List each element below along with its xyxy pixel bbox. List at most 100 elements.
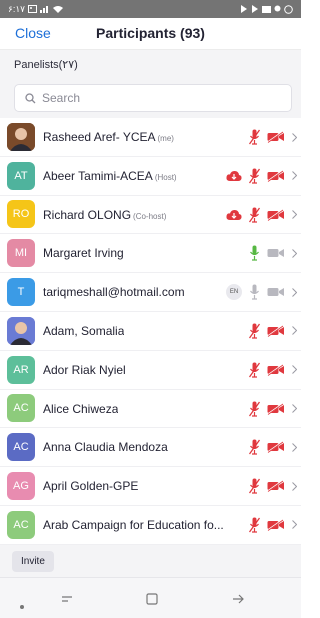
- video-off-icon[interactable]: [267, 324, 285, 337]
- wifi-icon: [53, 6, 64, 13]
- participant-row[interactable]: AT Abeer Tamimi-ACEA (Host): [0, 157, 301, 196]
- image-icon: [28, 5, 38, 13]
- participant-name: April Golden-GPE: [43, 479, 138, 493]
- avatar: T: [7, 278, 35, 307]
- participant-name-text: Rasheed Aref- YCEA: [43, 130, 156, 144]
- video-off-icon[interactable]: [267, 363, 285, 376]
- participant-row[interactable]: Adam, Somalia: [0, 312, 301, 351]
- participant-row[interactable]: MI Margaret Irving: [0, 234, 301, 274]
- mic-muted-icon[interactable]: [249, 168, 260, 184]
- participant-name: Richard OLONG (Co-host): [43, 208, 166, 222]
- chevron-right-icon: [292, 326, 297, 336]
- participant-name: Arab Campaign for Education fo...: [43, 518, 224, 532]
- mic-muted-icon[interactable]: [249, 478, 260, 494]
- header: Close Participants (93): [0, 18, 301, 50]
- avatar: AT: [7, 161, 35, 190]
- participant-name: Anna Claudia Mendoza: [43, 440, 168, 454]
- video-off-icon[interactable]: [267, 131, 285, 143]
- whatsapp-icon: [284, 4, 293, 14]
- video-off-icon[interactable]: [267, 169, 285, 182]
- status-bar: ۶:۱۷: [0, 0, 301, 18]
- participant-row[interactable]: Ttariqmeshall@hotmail.com EN: [0, 273, 301, 312]
- language-badge: EN: [226, 284, 242, 301]
- video-icon[interactable]: [267, 247, 285, 259]
- chevron-right-icon: [292, 249, 297, 258]
- mic-muted-icon[interactable]: [249, 439, 260, 455]
- mic-icon[interactable]: [249, 284, 260, 300]
- avatar: AG: [7, 472, 35, 501]
- video-off-icon[interactable]: [267, 480, 285, 492]
- status-bar-right: [240, 4, 293, 14]
- participant-row[interactable]: AG April Golden-GPE: [0, 467, 301, 506]
- chevron-right-icon: [292, 520, 297, 530]
- video-off-icon[interactable]: [267, 208, 285, 221]
- participant-name: Alice Chiweza: [43, 402, 118, 416]
- mail-icon: [262, 5, 271, 13]
- participant-name-text: Abeer Tamimi-ACEA: [43, 168, 153, 183]
- invite-button[interactable]: Invite: [12, 551, 54, 572]
- participant-row[interactable]: RO Richard OLONG (Co-host): [0, 196, 301, 235]
- dot-icon[interactable]: [20, 596, 24, 614]
- participant-status-icons: [249, 401, 297, 417]
- participant-status-icons: [249, 245, 297, 261]
- video-off-icon[interactable]: [267, 441, 285, 454]
- search-placeholder: Search: [42, 91, 81, 105]
- mic-muted-icon[interactable]: [249, 323, 260, 339]
- status-time: ۶:۱۷: [8, 3, 26, 14]
- chevron-right-icon: [292, 210, 297, 219]
- chevron-right-icon: [292, 443, 297, 452]
- participant-role: (Host): [154, 172, 177, 182]
- play-icon: [241, 5, 247, 13]
- cloud-record-icon: [226, 170, 242, 182]
- participant-list: Rasheed Aref- YCEA (me) AT Abeer Tamimi-ACE…: [0, 118, 301, 545]
- mic-muted-icon[interactable]: [249, 362, 260, 378]
- mic-icon[interactable]: [249, 245, 260, 261]
- participant-name-text: Anna Claudia Mendoza: [43, 440, 168, 455]
- video-off-icon[interactable]: [267, 402, 285, 415]
- participant-role: (Co-host): [133, 211, 167, 221]
- back-icon[interactable]: [232, 592, 245, 610]
- play-icon: [252, 5, 258, 13]
- participant-name-text: Ador Riak Nyiel: [43, 362, 126, 377]
- mic-muted-icon[interactable]: [249, 207, 260, 223]
- participant-status-icons: [249, 362, 297, 378]
- footer-bar: Invite: [0, 545, 301, 577]
- mic-muted-icon[interactable]: [249, 129, 260, 145]
- participant-role: (me): [157, 134, 174, 143]
- participant-row[interactable]: Rasheed Aref- YCEA (me): [0, 118, 301, 157]
- video-off-icon[interactable]: [267, 518, 285, 531]
- participant-status-icons: [249, 323, 297, 339]
- search-icon: [25, 92, 36, 103]
- participant-row[interactable]: AR Ador Riak Nyiel: [0, 351, 301, 390]
- participant-row[interactable]: AC Arab Campaign for Education fo...: [0, 506, 301, 545]
- avatar: [7, 122, 35, 151]
- avatar: [7, 316, 35, 345]
- chevron-right-icon: [292, 132, 297, 142]
- video-icon[interactable]: [267, 286, 285, 298]
- participant-status-icons: EN: [226, 284, 297, 301]
- recent-apps-icon[interactable]: [60, 592, 74, 610]
- participant-name-text: Alice Chiweza: [43, 401, 119, 416]
- participant-row[interactable]: AC Alice Chiweza: [0, 390, 301, 429]
- avatar: AR: [7, 355, 35, 384]
- close-button[interactable]: Close: [15, 25, 51, 41]
- status-bar-left: ۶:۱۷: [8, 3, 64, 15]
- participant-name: Adam, Somalia: [43, 324, 124, 338]
- participant-name: Ador Riak Nyiel: [43, 363, 126, 377]
- chevron-right-icon: [292, 481, 297, 491]
- participant-name-text: Richard OLONG: [43, 207, 132, 222]
- participant-name-text: Margaret Irving: [43, 246, 124, 261]
- participant-name-text: Adam, Somalia: [43, 323, 125, 338]
- location-icon: [274, 5, 281, 11]
- search-input[interactable]: Search: [14, 84, 292, 112]
- home-icon[interactable]: [146, 592, 158, 610]
- mic-muted-icon[interactable]: [249, 517, 260, 533]
- participant-name: tariqmeshall@hotmail.com: [43, 285, 185, 299]
- participant-name: Margaret Irving: [43, 246, 124, 260]
- mic-muted-icon[interactable]: [249, 401, 260, 417]
- participant-name: Abeer Tamimi-ACEA (Host): [43, 169, 177, 183]
- participant-row[interactable]: AC Anna Claudia Mendoza: [0, 428, 301, 468]
- avatar: AC: [7, 510, 35, 539]
- panelists-section-header: Panelists(۲۷): [0, 50, 301, 78]
- avatar: AC: [7, 433, 35, 462]
